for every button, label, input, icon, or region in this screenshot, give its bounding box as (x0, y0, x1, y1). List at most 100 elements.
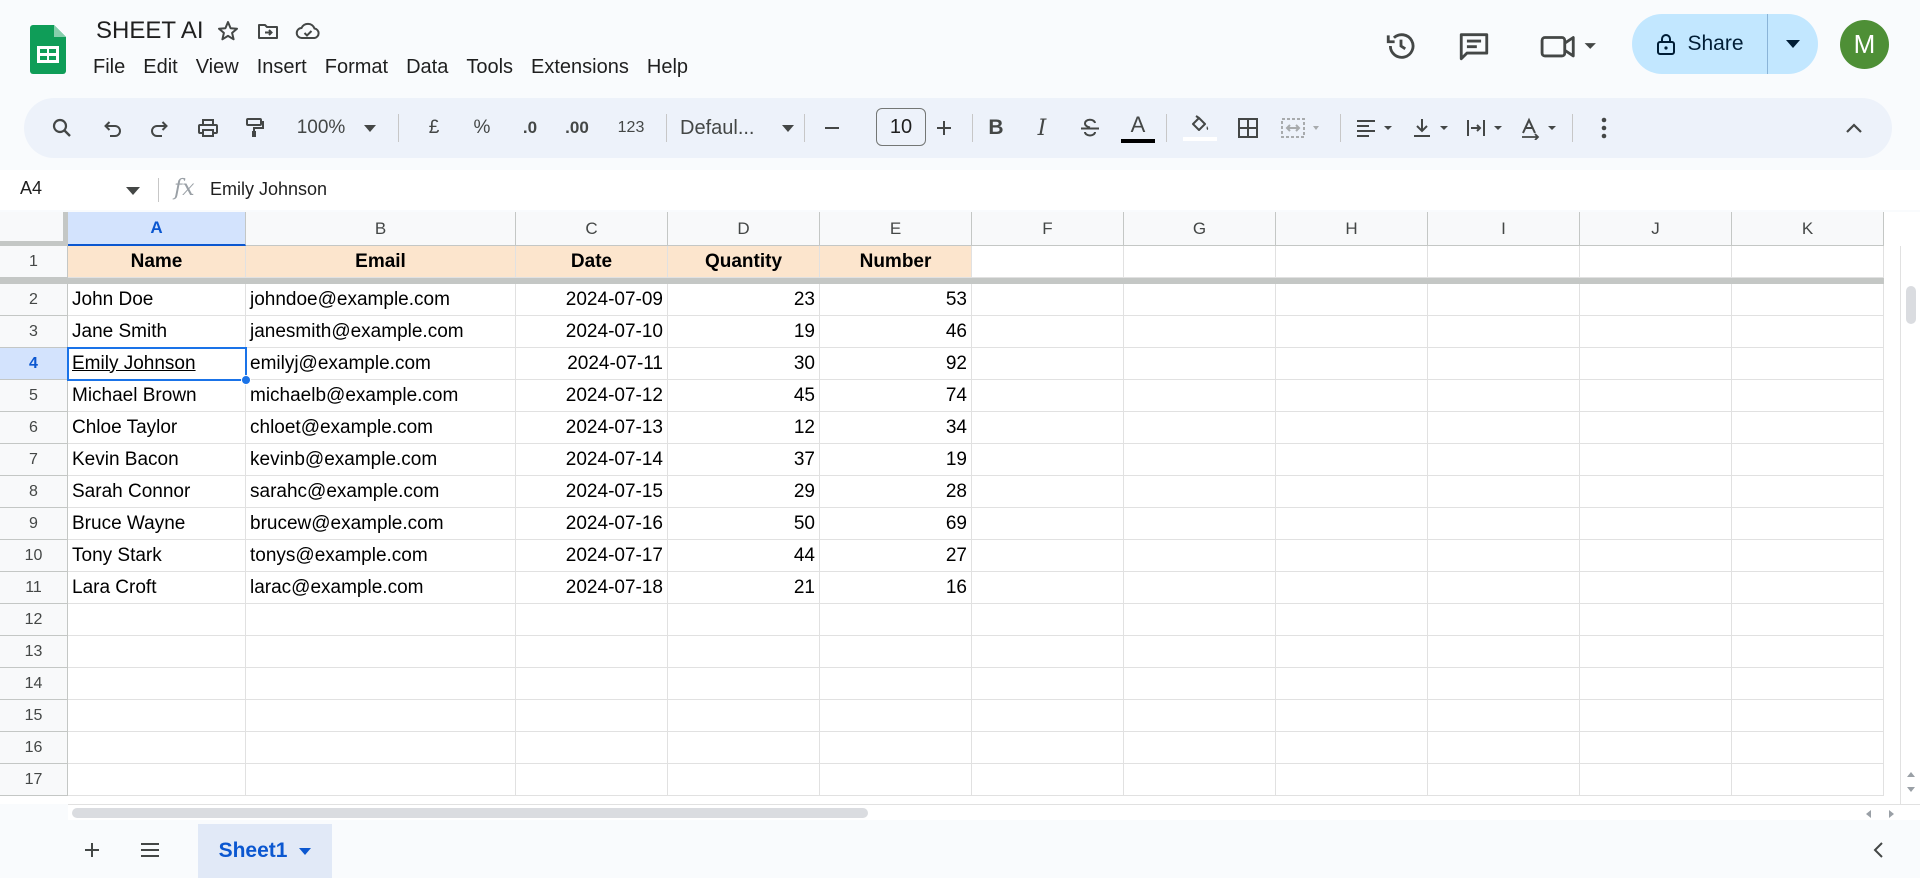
cell-e6[interactable]: 34 (820, 412, 972, 444)
cell-e11[interactable]: 16 (820, 572, 972, 604)
row-header-8[interactable]: 8 (0, 476, 68, 508)
vertical-scrollbar[interactable] (1900, 246, 1920, 804)
menu-view[interactable]: View (187, 52, 248, 83)
cell-i4[interactable] (1428, 348, 1580, 380)
row-header-6[interactable]: 6 (0, 412, 68, 444)
cell-b1[interactable]: Email (246, 246, 516, 278)
row-header-9[interactable]: 9 (0, 508, 68, 540)
cell-f7[interactable] (972, 444, 1124, 476)
cell-i7[interactable] (1428, 444, 1580, 476)
cell-k2[interactable] (1732, 284, 1884, 316)
column-header-i[interactable]: I (1428, 212, 1580, 246)
cell-j9[interactable] (1580, 508, 1732, 540)
cell-e17[interactable] (820, 764, 972, 796)
cell-f15[interactable] (972, 700, 1124, 732)
cell-b4[interactable]: emilyj@example.com (246, 348, 516, 380)
search-menus-icon[interactable] (42, 106, 82, 150)
row-header-4[interactable]: 4 (0, 348, 68, 380)
cell-a11[interactable]: Lara Croft (68, 572, 246, 604)
menu-format[interactable]: Format (316, 52, 397, 83)
cell-d12[interactable] (668, 604, 820, 636)
cell-i14[interactable] (1428, 668, 1580, 700)
menu-edit[interactable]: Edit (134, 52, 186, 83)
comments-icon[interactable] (1454, 26, 1494, 66)
cell-a15[interactable] (68, 700, 246, 732)
cell-f8[interactable] (972, 476, 1124, 508)
cell-c16[interactable] (516, 732, 668, 764)
row-header-14[interactable]: 14 (0, 668, 68, 700)
fill-handle[interactable] (241, 375, 251, 385)
cell-d14[interactable] (668, 668, 820, 700)
cell-g12[interactable] (1124, 604, 1276, 636)
cell-h15[interactable] (1276, 700, 1428, 732)
sheets-logo-icon[interactable] (30, 25, 66, 74)
menu-help[interactable]: Help (638, 52, 697, 83)
zoom-dropdown-icon[interactable] (360, 106, 380, 150)
merge-cells-icon[interactable] (1274, 106, 1334, 150)
cell-c5[interactable]: 2024-07-12 (516, 380, 668, 412)
cell-h7[interactable] (1276, 444, 1428, 476)
cell-h1[interactable] (1276, 246, 1428, 278)
cell-e1[interactable]: Number (820, 246, 972, 278)
cell-k10[interactable] (1732, 540, 1884, 572)
row-header-15[interactable]: 15 (0, 700, 68, 732)
cell-i9[interactable] (1428, 508, 1580, 540)
cell-h5[interactable] (1276, 380, 1428, 412)
cell-e15[interactable] (820, 700, 972, 732)
cell-k3[interactable] (1732, 316, 1884, 348)
select-all-corner[interactable] (0, 212, 68, 246)
cell-b3[interactable]: janesmith@example.com (246, 316, 516, 348)
more-options-icon[interactable] (1584, 106, 1624, 150)
cell-i15[interactable] (1428, 700, 1580, 732)
cell-c7[interactable]: 2024-07-14 (516, 444, 668, 476)
cell-g10[interactable] (1124, 540, 1276, 572)
cell-d9[interactable]: 50 (668, 508, 820, 540)
cell-h9[interactable] (1276, 508, 1428, 540)
cell-i5[interactable] (1428, 380, 1580, 412)
font-dropdown-icon[interactable] (776, 106, 800, 150)
cell-a7[interactable]: Kevin Bacon (68, 444, 246, 476)
column-header-c[interactable]: C (516, 212, 668, 246)
cell-a9[interactable]: Bruce Wayne (68, 508, 246, 540)
cell-g16[interactable] (1124, 732, 1276, 764)
cell-h2[interactable] (1276, 284, 1428, 316)
cell-c17[interactable] (516, 764, 668, 796)
vertical-scroll-thumb[interactable] (1906, 286, 1916, 324)
cell-k16[interactable] (1732, 732, 1884, 764)
row-header-12[interactable]: 12 (0, 604, 68, 636)
cell-g2[interactable] (1124, 284, 1276, 316)
cell-f14[interactable] (972, 668, 1124, 700)
cell-c1[interactable]: Date (516, 246, 668, 278)
cell-d1[interactable]: Quantity (668, 246, 820, 278)
cell-g1[interactable] (1124, 246, 1276, 278)
column-header-g[interactable]: G (1124, 212, 1276, 246)
format-percent-button[interactable]: % (462, 106, 502, 150)
cell-e12[interactable] (820, 604, 972, 636)
cell-g8[interactable] (1124, 476, 1276, 508)
cell-j12[interactable] (1580, 604, 1732, 636)
cell-j4[interactable] (1580, 348, 1732, 380)
cell-b12[interactable] (246, 604, 516, 636)
redo-icon[interactable] (140, 106, 180, 150)
cell-f1[interactable] (972, 246, 1124, 278)
cell-i12[interactable] (1428, 604, 1580, 636)
cell-b15[interactable] (246, 700, 516, 732)
menu-data[interactable]: Data (397, 52, 457, 83)
cell-k12[interactable] (1732, 604, 1884, 636)
cell-b11[interactable]: larac@example.com (246, 572, 516, 604)
cell-k15[interactable] (1732, 700, 1884, 732)
cell-h11[interactable] (1276, 572, 1428, 604)
star-icon[interactable] (208, 14, 248, 48)
cell-b6[interactable]: chloet@example.com (246, 412, 516, 444)
cell-f4[interactable] (972, 348, 1124, 380)
cell-k7[interactable] (1732, 444, 1884, 476)
cell-e14[interactable] (820, 668, 972, 700)
cell-j14[interactable] (1580, 668, 1732, 700)
cell-b9[interactable]: brucew@example.com (246, 508, 516, 540)
cell-j7[interactable] (1580, 444, 1732, 476)
cell-h17[interactable] (1276, 764, 1428, 796)
cell-h16[interactable] (1276, 732, 1428, 764)
row-header-2[interactable]: 2 (0, 284, 68, 316)
cell-k9[interactable] (1732, 508, 1884, 540)
name-box[interactable]: A4 (20, 178, 42, 199)
